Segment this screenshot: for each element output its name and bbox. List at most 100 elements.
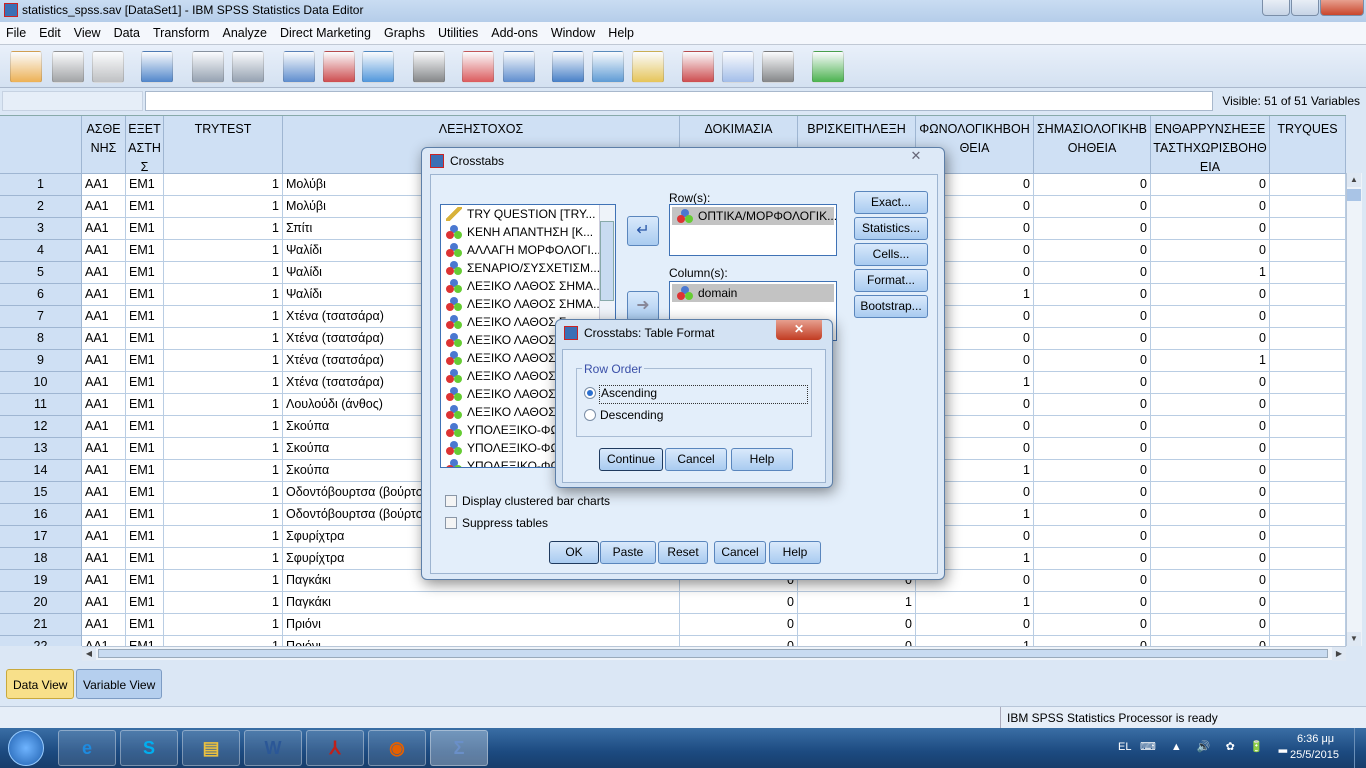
data-cell[interactable]: Παγκάκι xyxy=(283,592,680,614)
data-cell[interactable]: 1 xyxy=(916,592,1034,614)
data-cell[interactable]: EM1 xyxy=(126,174,164,196)
data-cell[interactable]: AA1 xyxy=(82,262,126,284)
data-cell[interactable]: 0 xyxy=(1151,570,1270,592)
list-item[interactable]: ΑΛΛΑΓΗ ΜΟΡΦΟΛΟΓΙ... xyxy=(441,241,615,259)
data-cell[interactable]: 0 xyxy=(798,636,916,646)
data-cell[interactable]: AA1 xyxy=(82,174,126,196)
data-cell[interactable]: AA1 xyxy=(82,504,126,526)
menu-utilities[interactable]: Utilities xyxy=(438,22,485,44)
format-button[interactable]: Format... xyxy=(854,269,928,292)
data-cell[interactable] xyxy=(1270,174,1346,196)
row-number[interactable]: 12 xyxy=(0,416,82,438)
print-icon[interactable] xyxy=(92,51,124,83)
data-cell[interactable]: EM1 xyxy=(126,526,164,548)
data-cell[interactable]: 0 xyxy=(1034,482,1151,504)
help-button[interactable]: Help xyxy=(769,541,821,564)
data-cell[interactable]: Πριόνι xyxy=(283,636,680,646)
data-cell[interactable]: 0 xyxy=(1034,196,1151,218)
row-number[interactable]: 14 xyxy=(0,460,82,482)
data-cell[interactable] xyxy=(1270,416,1346,438)
data-cell[interactable]: 0 xyxy=(1034,174,1151,196)
data-cell[interactable]: EM1 xyxy=(126,350,164,372)
firefox-icon[interactable]: ◉ xyxy=(368,730,426,766)
cells-button[interactable]: Cells... xyxy=(854,243,928,266)
cell-value-input[interactable] xyxy=(145,91,1213,111)
data-cell[interactable]: 0 xyxy=(1034,636,1151,646)
data-cell[interactable]: 1 xyxy=(1151,350,1270,372)
data-cell[interactable]: AA1 xyxy=(82,416,126,438)
list-item[interactable]: domain xyxy=(672,284,834,302)
data-cell[interactable]: EM1 xyxy=(126,592,164,614)
menu-help[interactable]: Help xyxy=(608,22,641,44)
help-button[interactable]: Help xyxy=(731,448,793,471)
vertical-scrollbar[interactable]: ▲ ▼ xyxy=(1346,173,1362,646)
redo-icon[interactable] xyxy=(232,51,264,83)
data-cell[interactable] xyxy=(1270,614,1346,636)
data-cell[interactable]: 0 xyxy=(1151,306,1270,328)
row-number[interactable]: 16 xyxy=(0,504,82,526)
data-cell[interactable] xyxy=(1270,218,1346,240)
move-to-columns-button[interactable]: ➜ xyxy=(627,291,659,321)
value-labels-icon[interactable] xyxy=(682,51,714,83)
row-number[interactable]: 7 xyxy=(0,306,82,328)
data-cell[interactable]: AA1 xyxy=(82,592,126,614)
menu-file[interactable]: File xyxy=(6,22,33,44)
descending-radio[interactable] xyxy=(584,409,596,421)
language-indicator[interactable]: EL xyxy=(1118,741,1131,753)
row-number[interactable]: 11 xyxy=(0,394,82,416)
data-cell[interactable] xyxy=(1270,592,1346,614)
menu-add-ons[interactable]: Add-ons xyxy=(491,22,545,44)
word-icon[interactable]: W xyxy=(244,730,302,766)
data-cell[interactable]: 0 xyxy=(1034,504,1151,526)
data-cell[interactable]: EM1 xyxy=(126,218,164,240)
file-explorer-icon[interactable]: ▤ xyxy=(182,730,240,766)
data-cell[interactable]: 0 xyxy=(1151,526,1270,548)
data-cell[interactable]: EM1 xyxy=(126,614,164,636)
clock-time[interactable]: 6:36 μμ xyxy=(1297,733,1334,745)
column-header[interactable]: ΣΗΜΑΣΙΟΛΟΓΙΚΗΒ ΟΗΘΕΙΑ xyxy=(1034,116,1151,174)
exact-button[interactable]: Exact... xyxy=(854,191,928,214)
data-cell[interactable]: 1 xyxy=(164,218,283,240)
data-cell[interactable]: EM1 xyxy=(126,284,164,306)
data-cell[interactable] xyxy=(1270,350,1346,372)
spell-check-icon[interactable] xyxy=(812,51,844,83)
row-number[interactable]: 17 xyxy=(0,526,82,548)
data-cell[interactable]: EM1 xyxy=(126,460,164,482)
row-number[interactable]: 15 xyxy=(0,482,82,504)
ascending-label[interactable]: Ascending xyxy=(599,385,808,404)
close-button[interactable]: ✕ xyxy=(776,320,822,340)
data-cell[interactable]: AA1 xyxy=(82,196,126,218)
data-cell[interactable]: 0 xyxy=(1151,416,1270,438)
data-cell[interactable]: 0 xyxy=(1151,394,1270,416)
horizontal-scrollbar[interactable]: ◀ ▶ xyxy=(82,646,1346,661)
data-cell[interactable]: 0 xyxy=(1034,218,1151,240)
data-cell[interactable]: 0 xyxy=(1151,592,1270,614)
reset-button[interactable]: Reset xyxy=(658,541,708,564)
data-cell[interactable]: 0 xyxy=(1034,526,1151,548)
data-cell[interactable]: 1 xyxy=(164,482,283,504)
data-cell[interactable]: EM1 xyxy=(126,482,164,504)
data-cell[interactable]: EM1 xyxy=(126,394,164,416)
open-folder-icon[interactable] xyxy=(10,51,42,83)
data-cell[interactable] xyxy=(1270,394,1346,416)
data-cell[interactable]: Πριόνι xyxy=(283,614,680,636)
data-cell[interactable]: 0 xyxy=(1151,174,1270,196)
data-cell[interactable]: 1 xyxy=(164,240,283,262)
data-cell[interactable]: 0 xyxy=(680,614,798,636)
dialog-recall-icon[interactable] xyxy=(141,51,173,83)
data-cell[interactable] xyxy=(1270,438,1346,460)
data-cell[interactable]: 0 xyxy=(1151,284,1270,306)
data-cell[interactable]: 1 xyxy=(164,328,283,350)
list-item[interactable]: ΣΕΝΑΡΙΟ/ΣΥΣΧΕΤΙΣΜ... xyxy=(441,259,615,277)
row-number[interactable]: 6 xyxy=(0,284,82,306)
scroll-up-icon[interactable]: ▲ xyxy=(1347,173,1361,187)
column-header[interactable]: ΑΣΘΕ ΝΗΣ xyxy=(82,116,126,174)
data-cell[interactable]: AA1 xyxy=(82,614,126,636)
column-header[interactable]: TRYTEST xyxy=(164,116,283,174)
data-cell[interactable] xyxy=(1270,196,1346,218)
data-cell[interactable]: 1 xyxy=(164,394,283,416)
cancel-button[interactable]: Cancel xyxy=(714,541,766,564)
data-cell[interactable]: 0 xyxy=(1034,372,1151,394)
row-number[interactable]: 13 xyxy=(0,438,82,460)
data-cell[interactable]: 0 xyxy=(1034,350,1151,372)
